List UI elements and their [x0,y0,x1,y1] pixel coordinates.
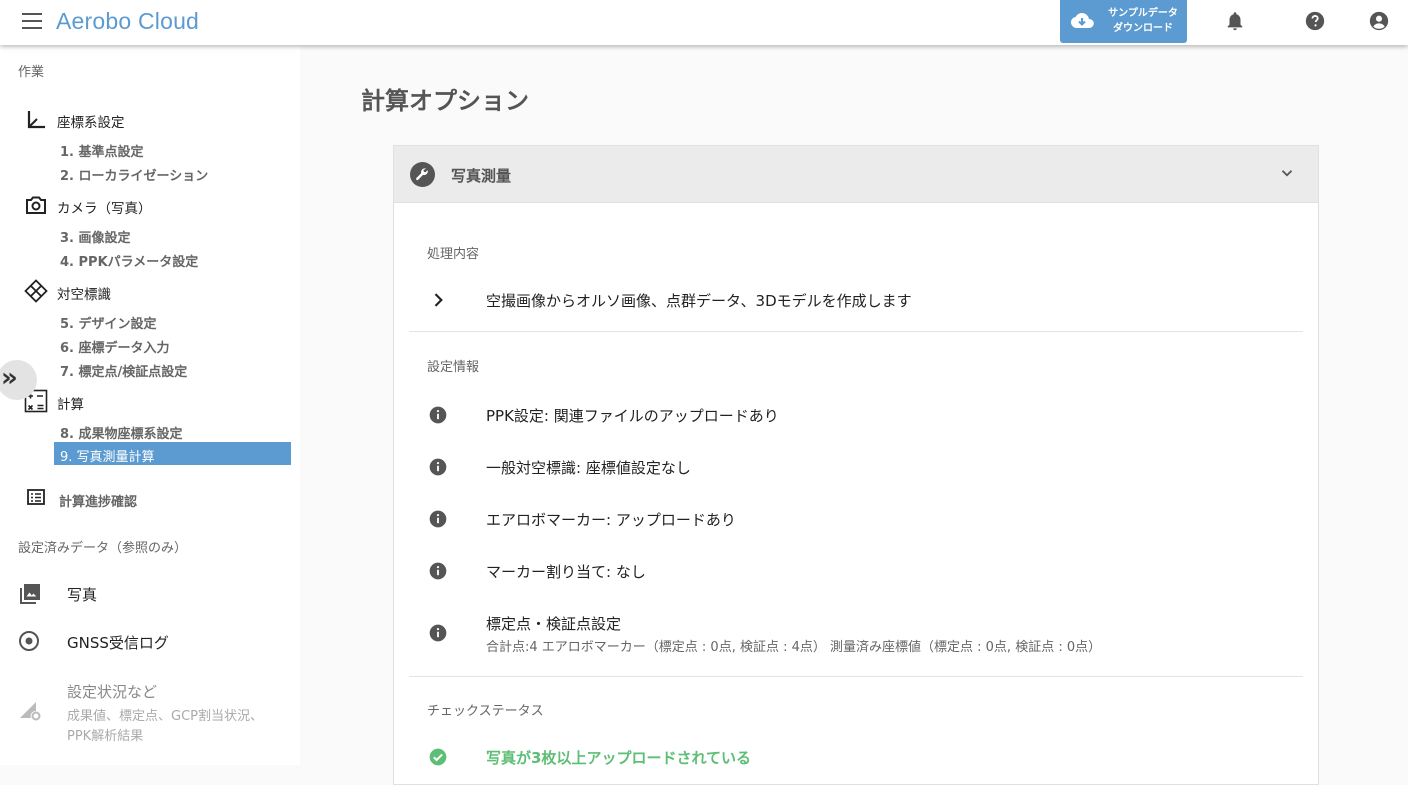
photo-icon [20,584,40,604]
sidebar-item-7[interactable]: 7. 標定点/検証点設定 [60,361,187,380]
settings-row-gcp-detail: 合計点:4 エアロボマーカー（標定点 : 0点, 検証点 : 4点） 測量済み座… [486,640,1102,655]
nav-group-label: 座標系設定 [57,115,125,131]
chevron-down-icon[interactable] [1278,164,1296,182]
help-icon[interactable] [1304,10,1326,32]
ref-item-label: 写真 [67,586,98,604]
sidebar-item-1[interactable]: 1. 基準点設定 [60,141,144,160]
settings-row-marker-assign: マーカー割り当て: なし [486,563,646,581]
sidebar-item-8[interactable]: 8. 成果物座標系設定 [60,423,183,442]
progress-check-label: 計算進捗確認 [59,495,138,510]
sidebar-item-3[interactable]: 3. 画像設定 [60,227,131,246]
cloud-download-icon [1071,13,1094,28]
section-work-heading: 作業 [18,65,45,80]
check-circle-icon [429,748,447,766]
check-status-label: チェックステータス [427,704,544,719]
divider [409,331,1303,332]
diamond-target-icon [24,279,48,303]
info-icon [429,458,447,476]
divider [409,676,1303,677]
sample-data-download-button[interactable]: サンプルデータ ダウンロード [1060,0,1187,43]
photogrammetry-panel: 写真測量 処理内容 空撮画像からオルソ画像、点群データ、3Dモデルを作成します … [393,145,1319,785]
processing-label: 処理内容 [427,247,480,262]
ref-item-label: 設定状況など [67,683,158,701]
settings-row-gcp: 標定点・検証点設定 [486,615,622,633]
menu-icon[interactable] [22,13,42,29]
sidebar-item-5[interactable]: 5. デザイン設定 [60,313,157,332]
axis-icon [27,111,45,129]
chevron-right-icon[interactable] [428,290,448,310]
sample-data-download-label: サンプルデータ ダウンロード [1100,6,1186,36]
gnss-icon [19,631,39,651]
camera-icon [26,196,46,214]
nav-group-label: 計算 [57,397,84,413]
nav-group-label: カメラ（写真） [57,201,152,217]
section-ref-heading: 設定済みデータ（参照のみ） [18,541,188,556]
download-label-line2: ダウンロード [1113,23,1173,34]
app-bar: Aerobo Cloud サンプルデータ ダウンロード [0,0,1408,45]
settings-row-aerobo-marker: エアロボマーカー: アップロードあり [486,511,736,529]
sidebar: 作業 座標系設定 1. 基準点設定 2. ローカライゼーション カメラ（写真） … [0,45,300,765]
page-title: 計算オプション [361,87,529,115]
ref-item-label: GNSS受信ログ [67,634,169,652]
settings-row-ppk: PPK設定: 関連ファイルのアップロードあり [486,407,779,425]
ref-item-desc-2: PPK解析結果 [67,729,144,744]
info-icon [429,510,447,528]
bell-icon[interactable] [1224,10,1246,32]
sidebar-item-2[interactable]: 2. ローカライゼーション [60,165,208,184]
settings-label: 設定情報 [427,360,480,375]
download-label-line1: サンプルデータ [1108,8,1178,19]
panel-header[interactable]: 写真測量 [394,146,1318,203]
info-icon [429,624,447,642]
nav-group-label: 対空標識 [57,287,111,303]
settings-row-general-marker: 一般対空標識: 座標値設定なし [486,459,691,477]
app-title[interactable]: Aerobo Cloud [56,8,199,35]
panel-title: 写真測量 [451,167,512,185]
processing-text: 空撮画像からオルソ画像、点群データ、3Dモデルを作成します [486,292,912,310]
sidebar-item-6[interactable]: 6. 座標データ入力 [60,337,170,356]
info-icon [429,562,447,580]
info-icon [429,406,447,424]
list-check-icon [27,489,45,505]
settings-signal-icon [20,702,41,721]
ref-item-desc-1: 成果値、標定点、GCP割当状況、 [67,709,263,724]
wrench-icon [410,162,435,187]
sidebar-item-4[interactable]: 4. PPKパラメータ設定 [60,251,198,270]
account-icon[interactable] [1368,10,1390,32]
sidebar-item-9-active[interactable]: 9. 写真測量計算 [54,442,291,465]
